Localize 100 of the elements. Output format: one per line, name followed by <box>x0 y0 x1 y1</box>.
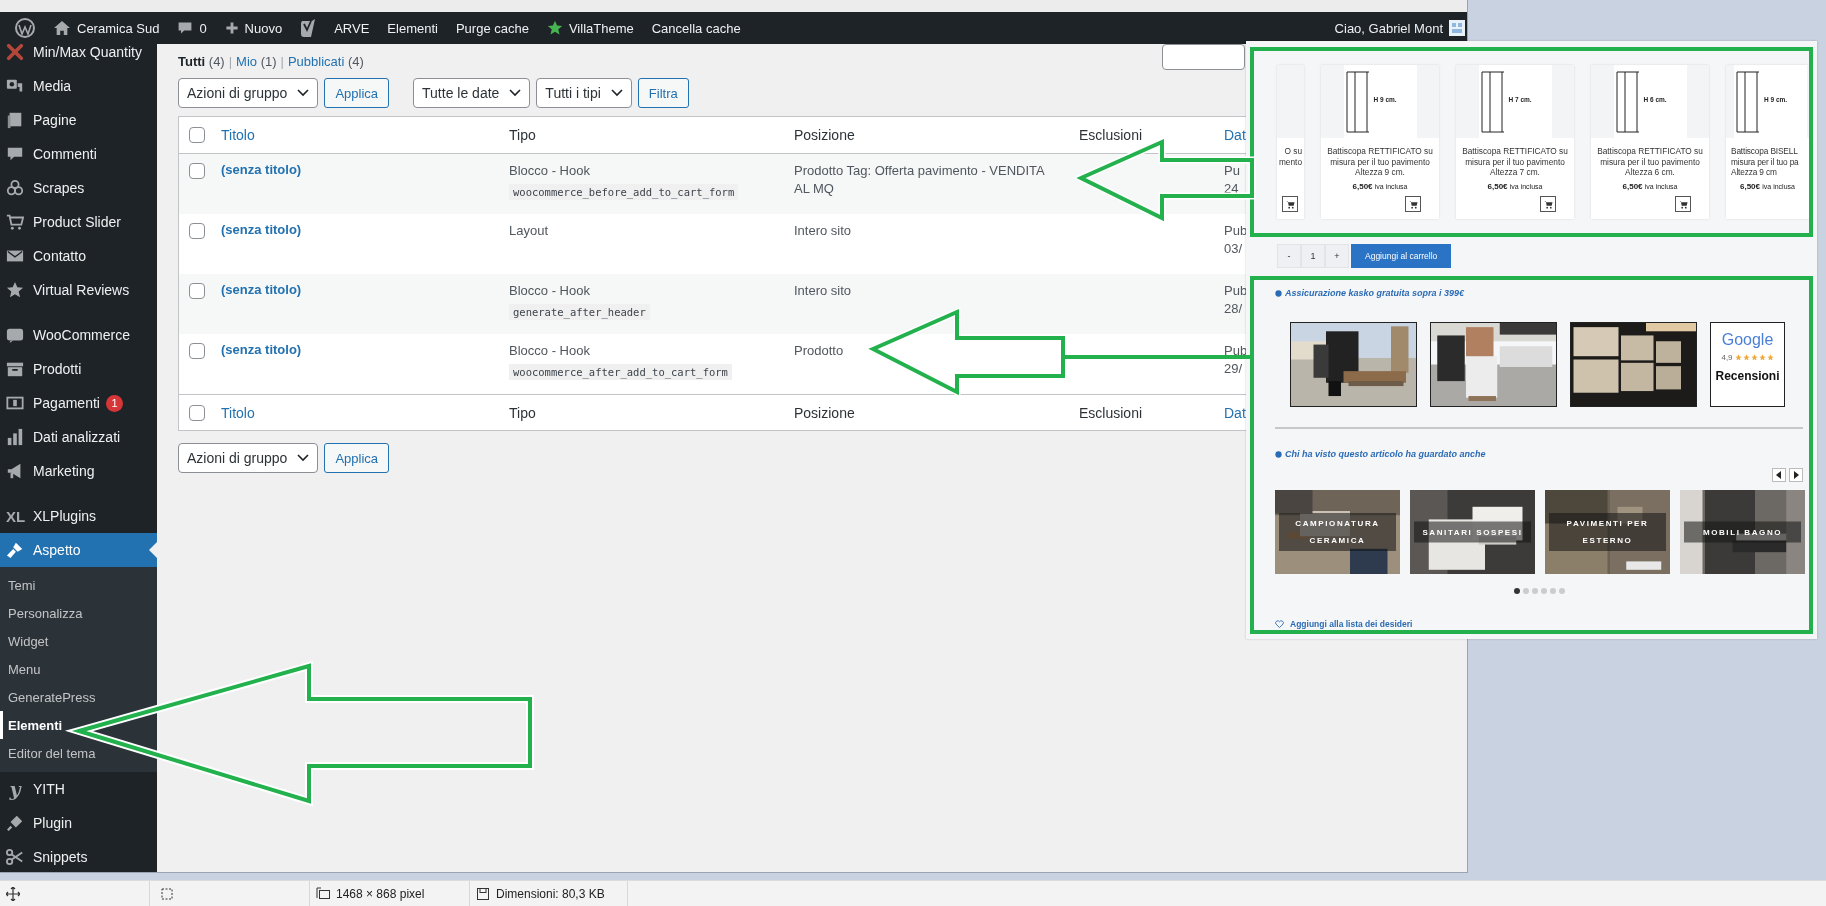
sidebar-item[interactable]: Contatto <box>0 239 157 273</box>
view-link[interactable]: Pubblicati (4) <box>287 53 364 69</box>
caret-icon <box>509 89 522 97</box>
cart-icon <box>6 213 24 231</box>
view-link[interactable]: Tutti (4) <box>178 53 225 69</box>
sidebar-item[interactable]: Pagine <box>0 103 157 137</box>
submenu-item[interactable]: Editor del tema <box>0 739 157 767</box>
title-link[interactable]: (senza titolo) <box>221 162 302 177</box>
checkbox[interactable] <box>189 283 205 299</box>
sidebar-item[interactable]: Plugin <box>0 806 157 840</box>
column-header[interactable]: Titolo <box>221 404 255 421</box>
submenu-item[interactable]: GeneratePress <box>0 683 157 711</box>
admin-bar-item[interactable]: 0 <box>168 12 216 44</box>
sidebar-item[interactable]: Snippets <box>0 840 157 872</box>
admin-bar-item[interactable]: Nuovo <box>215 12 292 44</box>
type-filter-dropdown[interactable]: Tutti i tipi <box>536 78 632 108</box>
admin-bar-item[interactable]: Ceramica Sud <box>44 12 169 44</box>
submenu-item[interactable]: Widget <box>0 627 157 655</box>
sidebar-item[interactable]: Min/Max Quantity <box>0 44 157 69</box>
product-title[interactable]: Battiscopa RETTIFICATO su misura per il tuo pavimento Altezza 7 cm. <box>1462 146 1568 178</box>
cart-button[interactable] <box>1540 196 1556 212</box>
carousel-dot[interactable] <box>1549 588 1556 594</box>
view-link[interactable]: Mio (1) <box>236 53 277 69</box>
sidebar-item[interactable]: XL XLPlugins <box>0 499 157 533</box>
category-caption[interactable]: SANITARI SOSPESI <box>1414 521 1531 543</box>
search-field[interactable] <box>1162 44 1245 70</box>
category-caption[interactable]: CAMPIONATURA CERAMICA <box>1279 513 1396 551</box>
title-link[interactable]: (senza titolo) <box>221 282 302 297</box>
cart-button[interactable] <box>1282 196 1298 212</box>
checkbox[interactable] <box>189 127 205 143</box>
product-title[interactable]: O su mento <box>1278 146 1304 167</box>
carousel-dot[interactable] <box>1522 588 1529 594</box>
wishlist-link[interactable]: Aggiungi alla lista dei desideri <box>1290 619 1413 629</box>
apply-button[interactable]: Applica <box>324 443 390 473</box>
carousel-dot[interactable] <box>1531 588 1538 594</box>
checkbox[interactable] <box>189 223 205 239</box>
hook-code: woocommerce_after_add_to_cart_form <box>509 364 732 380</box>
category-caption[interactable]: MOBILI BAGNO <box>1684 521 1801 543</box>
column-header: Tipo <box>509 127 536 143</box>
sidebar-item[interactable]: Prodotti <box>0 352 157 386</box>
star-icon <box>546 20 563 36</box>
banknote-icon <box>6 394 24 412</box>
sidebar-item[interactable]: Dati analizzati <box>0 420 157 454</box>
checkbox[interactable] <box>189 163 205 179</box>
cart-button[interactable] <box>1405 196 1421 212</box>
filter-button[interactable]: Filtra <box>637 78 689 108</box>
selection-icon <box>160 886 174 901</box>
admin-bar-item[interactable]: Cancella cache <box>642 12 750 44</box>
sidebar-item[interactable]: Virtual Reviews <box>0 273 157 307</box>
column-header[interactable]: Dat <box>1224 127 1246 143</box>
position-text: Intero sito <box>794 222 852 240</box>
move-icon <box>6 886 20 901</box>
quantity-field[interactable]: 1 <box>1301 244 1325 268</box>
admin-bar-item[interactable]: Purge cache <box>446 12 538 44</box>
sidebar-item[interactable]: WooCommerce <box>0 318 157 352</box>
sidebar-item[interactable]: Commenti <box>0 137 157 171</box>
logo-icon: y <box>6 778 24 800</box>
carousel-dot[interactable] <box>1540 588 1547 594</box>
increase-button[interactable]: + <box>1325 244 1349 268</box>
bullet-icon <box>1275 289 1282 297</box>
checkbox[interactable] <box>189 404 205 421</box>
type-text: Blocco - Hook <box>509 282 590 300</box>
admin-bar-item[interactable]: Elementi <box>378 12 447 44</box>
title-link[interactable]: (senza titolo) <box>221 222 302 237</box>
column-header: Esclusioni <box>1079 404 1143 421</box>
next-button[interactable] <box>1789 468 1803 482</box>
product-title[interactable]: Battiscopa RETTIFICATO su misura per il tuo pavimento Altezza 9 cm. <box>1327 146 1433 178</box>
admin-bar-item[interactable]: VillaTheme <box>537 12 643 44</box>
sidebar-item[interactable]: Pagamenti 1 <box>0 386 157 420</box>
sidebar-item[interactable]: Marketing <box>0 454 157 488</box>
sidebar-item[interactable]: Scrapes <box>0 171 157 205</box>
carousel-dot[interactable] <box>1558 588 1565 594</box>
title-link[interactable]: (senza titolo) <box>221 342 302 357</box>
category-caption[interactable]: PAVIMENTI PER ESTERNO <box>1549 513 1666 551</box>
admin-bar-item[interactable]: ARVE <box>325 12 379 44</box>
submenu-item[interactable]: Temi <box>0 571 157 599</box>
apply-button[interactable]: Applica <box>324 78 390 108</box>
carousel-dot[interactable] <box>1513 588 1520 594</box>
sidebar-item[interactable]: y YITH <box>0 772 157 806</box>
cart-button[interactable] <box>1675 196 1691 212</box>
sidebar-item[interactable]: Media <box>0 69 157 103</box>
section-heading: Chi ha visto questo articolo ha guardato anche <box>1285 449 1486 459</box>
box-icon <box>6 360 24 378</box>
greeting-link[interactable]: Ciao, Gabriel Mont <box>1334 20 1443 36</box>
product-title[interactable]: Battiscopa RETTIFICATO su misura per il tuo pavimento Altezza 6 cm. <box>1597 146 1703 178</box>
decrease-button[interactable]: - <box>1277 244 1301 268</box>
submenu-item[interactable]: Menu <box>0 655 157 683</box>
sidebar-item[interactable]: Aspetto <box>0 533 157 567</box>
column-header[interactable]: Dat <box>1224 404 1246 421</box>
date-filter-dropdown[interactable]: Tutte le date <box>413 78 531 108</box>
previous-button[interactable] <box>1772 468 1786 482</box>
checkbox[interactable] <box>189 343 205 359</box>
bulk-actions-dropdown[interactable]: Azioni di gruppo <box>178 78 319 108</box>
product-title[interactable]: Battiscopa BISELL misura per il tuo pa Altezza 9 cm <box>1726 146 1799 178</box>
submenu-item[interactable]: Personalizza <box>0 599 157 627</box>
sidebar-item[interactable]: Product Slider <box>0 205 157 239</box>
bulk-actions-dropdown[interactable]: Azioni di gruppo <box>178 443 319 473</box>
add-to-cart-button[interactable]: Aggiungi al carrello <box>1351 244 1452 268</box>
column-header[interactable]: Titolo <box>221 127 255 143</box>
submenu-item[interactable]: Elementi <box>0 711 157 739</box>
